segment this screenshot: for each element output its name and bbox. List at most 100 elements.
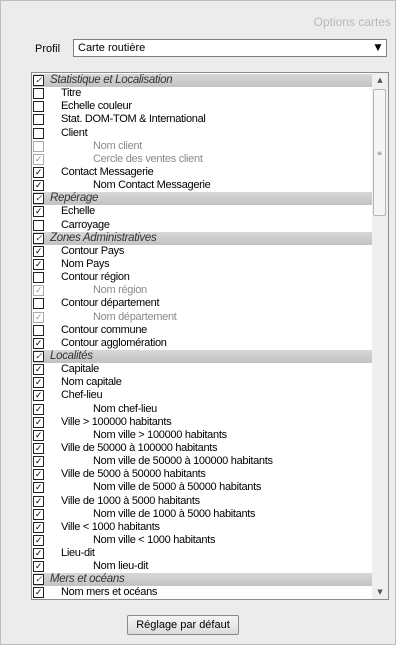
checkbox[interactable]: ✓ bbox=[33, 285, 44, 297]
item-label: Chef-lieu bbox=[61, 389, 103, 402]
list-item[interactable]: ✓ Ville de 5000 à 50000 habitants bbox=[33, 468, 373, 481]
default-settings-button[interactable]: Réglage par défaut bbox=[127, 615, 239, 635]
checkbox[interactable]: ✓ bbox=[33, 495, 44, 507]
checkbox[interactable]: ✓ bbox=[33, 521, 44, 533]
item-label: Contact Messagerie bbox=[61, 165, 154, 178]
grip-icon: ≡ bbox=[377, 150, 383, 157]
item-label: Contour département bbox=[61, 297, 160, 310]
list-item[interactable]: ✓ Contour agglomération bbox=[33, 337, 373, 350]
vertical-scrollbar[interactable]: ▲ ≡ ▼ bbox=[372, 73, 388, 599]
list-item[interactable]: ✓ Ville < 1000 habitants bbox=[33, 521, 373, 534]
list-item[interactable]: ✓ Chef-lieu bbox=[33, 389, 373, 402]
checkbox[interactable]: ✓ bbox=[33, 232, 44, 244]
scroll-up-arrow-icon[interactable]: ▲ bbox=[372, 73, 388, 87]
checkbox[interactable]: ✓ bbox=[33, 482, 44, 494]
options-checklist[interactable]: ✓ Statistique et Localisation Titre Echelle… bbox=[31, 72, 389, 600]
profil-select[interactable]: Carte routière ▼ bbox=[73, 39, 387, 57]
checkbox[interactable]: ✓ bbox=[33, 469, 44, 481]
checkbox[interactable]: ✓ bbox=[33, 193, 44, 205]
checkbox[interactable]: ✓ bbox=[33, 377, 44, 389]
item-label: Carroyage bbox=[61, 218, 110, 231]
list-item[interactable]: Stat. DOM-TOM & International bbox=[33, 113, 373, 126]
item-label: Statistique et Localisation bbox=[50, 74, 173, 86]
scroll-thumb[interactable]: ≡ bbox=[373, 89, 386, 216]
checkbox[interactable]: ✓ bbox=[33, 561, 44, 573]
checkbox[interactable]: ✓ bbox=[33, 364, 44, 376]
list-item[interactable]: ✓ Nom ville de 5000 à 50000 habitants bbox=[33, 481, 373, 494]
list-item[interactable]: ✓ Echelle bbox=[33, 205, 373, 218]
checkbox[interactable]: ✓ bbox=[33, 390, 44, 402]
list-item[interactable]: ✓ Nom région bbox=[33, 284, 373, 297]
list-item[interactable]: ✓ Nom capitale bbox=[33, 376, 373, 389]
section-header[interactable]: ✓ Mers et océans bbox=[33, 573, 373, 587]
item-label: Lieu-dit bbox=[61, 547, 95, 560]
checkbox[interactable]: ✓ bbox=[33, 337, 44, 349]
checkbox[interactable]: ✓ bbox=[33, 180, 44, 192]
checkbox[interactable]: ✓ bbox=[33, 166, 44, 178]
list-item[interactable]: Nom client bbox=[33, 140, 373, 153]
list-item[interactable]: Client bbox=[33, 127, 373, 140]
section-header[interactable]: ✓ Repérage bbox=[33, 192, 373, 206]
section-header[interactable]: ✓ Localités bbox=[33, 349, 373, 364]
list-item[interactable]: ✓ Ville > 100000 habitants bbox=[33, 416, 373, 429]
checkbox[interactable]: ✓ bbox=[33, 416, 44, 428]
section-header[interactable]: ✓ Statistique et Localisation bbox=[33, 74, 373, 88]
item-label: Nom ville de 5000 à 50000 habitants bbox=[93, 481, 262, 494]
checkbox[interactable]: ✓ bbox=[33, 508, 44, 520]
checkbox[interactable] bbox=[33, 101, 44, 113]
checkbox[interactable]: ✓ bbox=[33, 456, 44, 468]
checkbox[interactable]: ✓ bbox=[33, 245, 44, 257]
list-item[interactable]: ✓ Ville de 50000 à 100000 habitants bbox=[33, 442, 373, 455]
checkbox[interactable] bbox=[33, 324, 44, 336]
list-item[interactable]: ✓ Contour Pays bbox=[33, 245, 373, 258]
item-label: Contour commune bbox=[61, 323, 147, 336]
scroll-down-arrow-icon[interactable]: ▼ bbox=[372, 585, 388, 599]
checkbox[interactable] bbox=[33, 127, 44, 139]
list-item[interactable]: ✓ Nom ville de 1000 à 5000 habitants bbox=[33, 508, 373, 521]
item-label: Client bbox=[61, 126, 88, 139]
item-label: Contour Pays bbox=[61, 244, 125, 257]
list-item[interactable]: Echelle couleur bbox=[33, 100, 373, 113]
list-item[interactable]: ✓ Nom ville > 100000 habitants bbox=[33, 429, 373, 442]
item-label: Nom région bbox=[93, 284, 147, 297]
checkbox[interactable]: ✓ bbox=[33, 206, 44, 218]
list-item[interactable]: ✓ Nom lieu-dit bbox=[33, 560, 373, 573]
list-item[interactable]: ✓ Capitale bbox=[33, 363, 373, 376]
list-item[interactable]: ✓ Nom ville de 50000 à 100000 habitants bbox=[33, 455, 373, 468]
checkbox[interactable]: ✓ bbox=[33, 548, 44, 560]
checkbox[interactable]: ✓ bbox=[33, 403, 44, 415]
list-item[interactable]: Contour commune bbox=[33, 324, 373, 337]
list-item[interactable]: ✓ Lieu-dit bbox=[33, 547, 373, 560]
checkbox[interactable]: ✓ bbox=[33, 442, 44, 454]
list-item[interactable]: ✓ Nom mers et océans bbox=[33, 586, 373, 599]
checkbox[interactable]: ✓ bbox=[33, 350, 44, 362]
section-header[interactable]: ✓ Zones Administratives bbox=[33, 231, 373, 245]
checkbox[interactable]: ✓ bbox=[33, 587, 44, 599]
checkbox[interactable]: ✓ bbox=[33, 534, 44, 546]
checkbox[interactable] bbox=[33, 219, 44, 231]
list-item[interactable]: Contour département bbox=[33, 297, 373, 310]
checkbox[interactable] bbox=[33, 298, 44, 310]
list-item[interactable]: ✓ Nom ville < 1000 habitants bbox=[33, 534, 373, 547]
checkbox[interactable]: ✓ bbox=[33, 153, 44, 165]
checkbox[interactable] bbox=[33, 88, 44, 100]
checkbox[interactable] bbox=[33, 140, 44, 152]
list-item[interactable]: ✓ Nom Contact Messagerie bbox=[33, 179, 373, 192]
list-item[interactable]: ✓ Cercle des ventes client bbox=[33, 153, 373, 166]
checkbox[interactable] bbox=[33, 114, 44, 126]
list-item[interactable]: ✓ Nom département bbox=[33, 311, 373, 324]
list-item[interactable]: Contour région bbox=[33, 271, 373, 284]
checkbox[interactable]: ✓ bbox=[33, 75, 44, 86]
checkbox[interactable]: ✓ bbox=[33, 311, 44, 323]
chevron-down-icon[interactable]: ▼ bbox=[371, 41, 385, 55]
list-item[interactable]: ✓ Ville de 1000 à 5000 habitants bbox=[33, 495, 373, 508]
checkbox[interactable]: ✓ bbox=[33, 258, 44, 270]
checkbox[interactable]: ✓ bbox=[33, 429, 44, 441]
checkbox[interactable]: ✓ bbox=[33, 574, 44, 586]
list-item[interactable]: Titre bbox=[33, 87, 373, 100]
checkbox[interactable] bbox=[33, 272, 44, 284]
list-item[interactable]: ✓ Nom chef-lieu bbox=[33, 403, 373, 416]
list-item[interactable]: Carroyage bbox=[33, 219, 373, 232]
list-item[interactable]: ✓ Contact Messagerie bbox=[33, 166, 373, 179]
list-item[interactable]: ✓ Nom Pays bbox=[33, 258, 373, 271]
